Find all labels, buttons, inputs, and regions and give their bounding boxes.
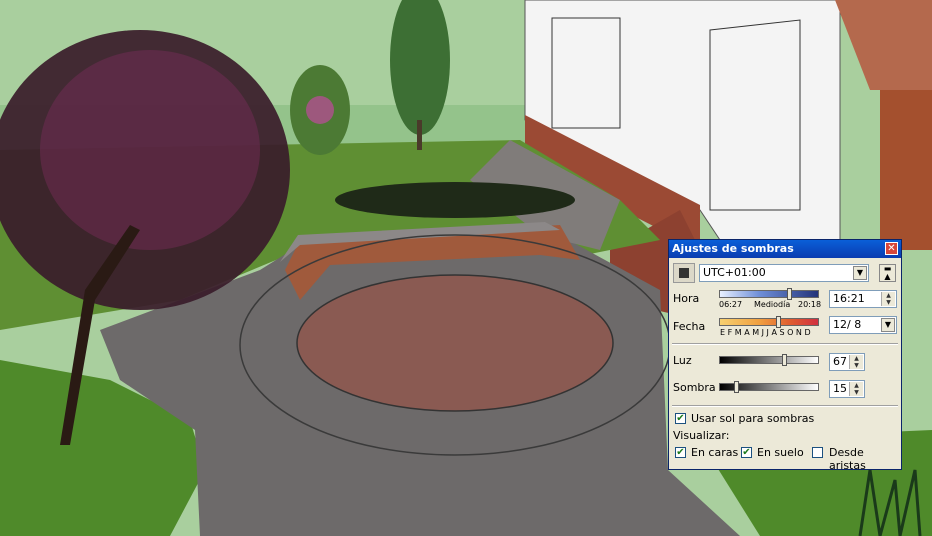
- noon-label: Mediodía: [754, 300, 791, 309]
- date-input[interactable]: 12/ 8 ▼: [829, 316, 897, 334]
- light-input[interactable]: 67 ▲ ▼: [829, 353, 865, 371]
- month-initials: E F M A M J J A S O N D: [720, 328, 811, 337]
- on-ground-label: En suelo: [757, 446, 804, 459]
- time-slider[interactable]: [719, 288, 819, 300]
- brick-circle: [296, 274, 614, 412]
- cypress-trunk: [417, 120, 422, 150]
- shadow-settings-dialog: Ajustes de sombras ✕ UTC+01:00 ▼ ▬ ▲ Hora…: [668, 239, 902, 472]
- time-value: 16:21: [833, 292, 865, 305]
- date-slider-thumb[interactable]: [776, 316, 781, 328]
- separator-1: [672, 343, 898, 345]
- dialog-title: Ajustes de sombras: [669, 240, 901, 258]
- chevron-down-icon: ▼: [853, 266, 867, 280]
- brick-wall-right: [880, 90, 932, 250]
- use-sun-label: Usar sol para sombras: [691, 412, 815, 425]
- date-slider[interactable]: [719, 316, 819, 328]
- on-faces-checkbox[interactable]: ✔: [675, 447, 686, 458]
- on-ground-checkbox[interactable]: ✔: [741, 447, 752, 458]
- shadow-value: 15: [833, 382, 847, 395]
- separator-2: [672, 405, 898, 407]
- time-input[interactable]: 16:21 ▲ ▼: [829, 290, 897, 308]
- date-label: Fecha: [673, 320, 706, 333]
- shrub-row: [335, 182, 575, 218]
- light-spinner[interactable]: ▲ ▼: [849, 355, 863, 369]
- light-value: 67: [833, 355, 847, 368]
- timezone-value: UTC+01:00: [703, 266, 766, 279]
- light-slider[interactable]: [719, 354, 819, 366]
- shadow-toggle-icon[interactable]: [673, 263, 695, 283]
- from-edges-checkbox[interactable]: [812, 447, 823, 458]
- shadow-spinner[interactable]: ▲ ▼: [849, 382, 863, 396]
- shadow-slider-thumb[interactable]: [734, 381, 739, 393]
- time-spinner[interactable]: ▲ ▼: [881, 292, 895, 306]
- use-sun-checkbox[interactable]: ✔: [675, 413, 686, 424]
- shadow-label: Sombra: [673, 381, 716, 394]
- on-faces-label: En caras: [691, 446, 739, 459]
- shadow-input[interactable]: 15 ▲ ▼: [829, 380, 865, 398]
- display-label: Visualizar:: [673, 429, 730, 442]
- sunrise-time: 06:27: [719, 300, 743, 309]
- light-label: Luz: [673, 354, 692, 367]
- purple-tree-blossoms: [40, 50, 260, 250]
- close-button[interactable]: ✕: [885, 242, 898, 255]
- timezone-select[interactable]: UTC+01:00 ▼: [699, 264, 869, 282]
- shadow-slider[interactable]: [719, 381, 819, 393]
- time-slider-thumb[interactable]: [787, 288, 792, 300]
- date-value: 12/ 8: [833, 318, 862, 331]
- from-edges-label: Desde aristas: [829, 446, 866, 472]
- light-slider-thumb[interactable]: [782, 354, 787, 366]
- rose-flowers: [306, 96, 334, 124]
- time-label: Hora: [673, 292, 700, 305]
- collapse-button[interactable]: ▬ ▲: [879, 264, 896, 282]
- sunset-time: 20:18: [798, 300, 822, 309]
- calendar-dropdown-icon[interactable]: ▼: [881, 318, 895, 332]
